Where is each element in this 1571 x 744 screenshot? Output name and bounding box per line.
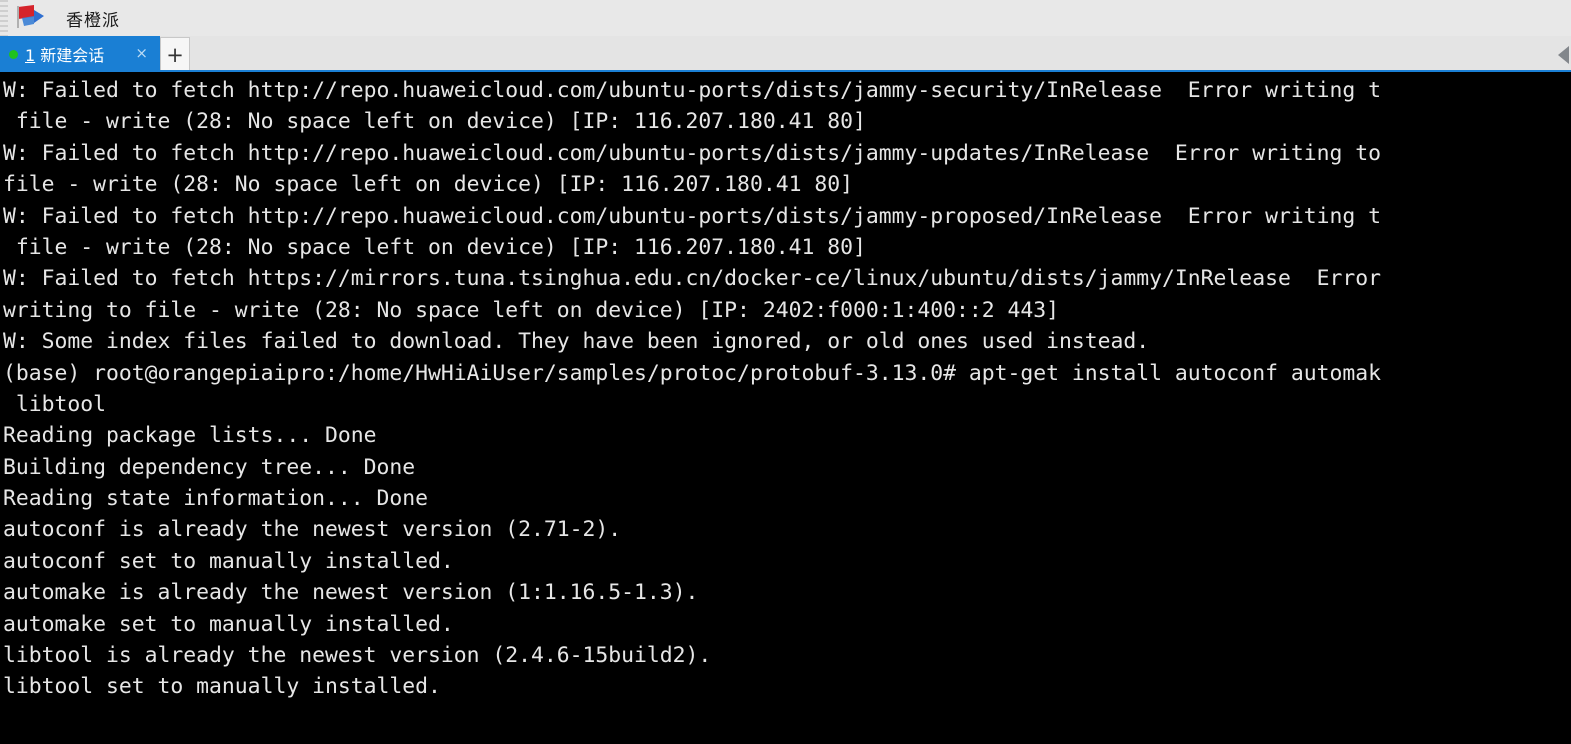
terminal-line: W: Some index files failed to download. …	[3, 329, 1150, 355]
terminal-output[interactable]: W: Failed to fetch http://repo.huaweiclo…	[0, 72, 1571, 744]
connected-dot-icon	[9, 49, 18, 59]
window-grip	[0, 0, 8, 36]
terminal-line: (base) root@orangepiaipro:/home/HwHiAiUs…	[3, 360, 1381, 386]
terminal-line: W: Failed to fetch http://repo.huaweiclo…	[3, 203, 1381, 229]
terminal-line: autoconf is already the newest version (…	[3, 517, 622, 543]
terminal-line: file - write (28: No space left on devic…	[3, 172, 853, 198]
tab-session-1-label: 1 新建会话	[25, 42, 104, 66]
terminal-line: W: Failed to fetch http://repo.huaweiclo…	[3, 140, 1381, 166]
page-title: 香橙派	[66, 10, 120, 31]
terminal-line: writing to file - write (28: No space le…	[3, 297, 1060, 323]
tab-bar: 1 新建会话 × +	[0, 36, 1571, 72]
chevron-right-icon[interactable]	[1558, 46, 1569, 64]
tab-session-1[interactable]: 1 新建会话 ×	[0, 36, 160, 72]
terminal-line: W: Failed to fetch https://mirrors.tuna.…	[3, 266, 1381, 292]
terminal-text: W: Failed to fetch http://repo.huaweiclo…	[3, 75, 1381, 734]
terminal-line: autoconf set to manually installed.	[3, 548, 454, 574]
terminal-line: libtool	[3, 391, 107, 417]
terminal-line: Reading state information... Done	[3, 486, 428, 512]
terminal-line: libtool is already the newest version (2…	[3, 643, 712, 669]
terminal-line: automake set to manually installed.	[3, 611, 454, 637]
terminal-line: libtool set to manually installed.	[3, 674, 441, 700]
terminal-line: W: Failed to fetch http://repo.huaweiclo…	[3, 78, 1381, 103]
window-titlebar: 香橙派	[0, 0, 1571, 36]
tab-title: 新建会话	[40, 46, 105, 65]
terminal-line: file - write (28: No space left on devic…	[3, 109, 866, 135]
terminal-line: file - write (28: No space left on devic…	[3, 234, 866, 260]
close-icon[interactable]: ×	[135, 45, 148, 61]
terminal-line: Reading package lists... Done	[3, 423, 377, 449]
new-tab-button[interactable]: +	[160, 37, 190, 72]
terminal-line: automake is already the newest version (…	[3, 580, 699, 606]
flag-icon	[14, 3, 48, 33]
tab-index: 1	[25, 46, 36, 65]
terminal-line: Building dependency tree... Done	[3, 454, 416, 480]
